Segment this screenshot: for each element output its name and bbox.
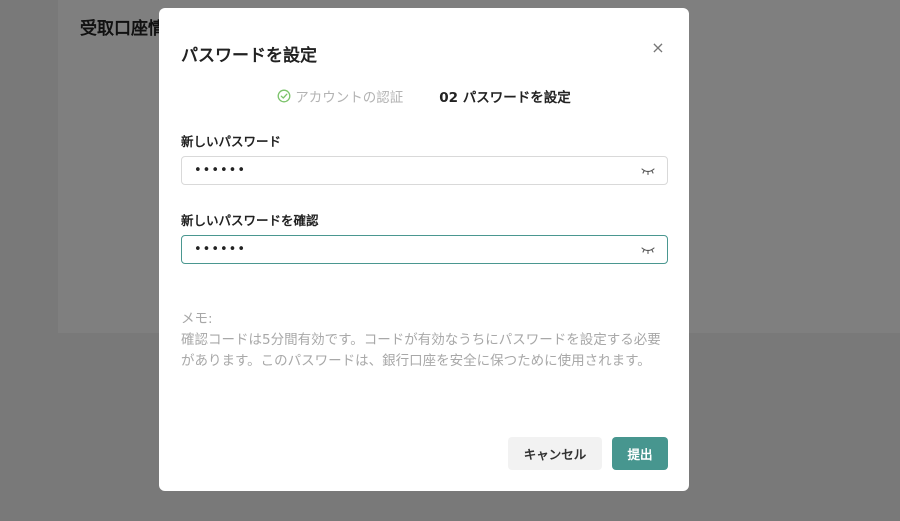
confirm-password-label: 新しいパスワードを確認: [181, 213, 319, 228]
memo-note: メモ: 確認コードは5分間有効です。コードが有効なうちにパスワードを設定する必要…: [181, 309, 671, 372]
check-circle-icon: [277, 89, 291, 103]
confirm-password-input[interactable]: ••••••: [181, 235, 668, 264]
confirm-password-value[interactable]: ••••••: [194, 242, 641, 257]
memo-heading: メモ:: [181, 311, 213, 327]
close-icon[interactable]: ×: [651, 40, 665, 56]
submit-button[interactable]: 提出: [612, 437, 668, 470]
step-indicator: アカウントの認証 02 パスワードを設定: [159, 86, 689, 106]
step-set-password: 02 パスワードを設定: [439, 86, 571, 106]
set-password-dialog: パスワードを設定 × アカウントの認証 02 パスワードを設定 新しいパスワード…: [159, 8, 689, 491]
step-verify-account: アカウントの認証: [277, 86, 403, 106]
step-label: 02 パスワードを設定: [439, 90, 571, 106]
dialog-title: パスワードを設定: [181, 46, 317, 66]
new-password-label: 新しいパスワード: [181, 134, 282, 149]
memo-body: 確認コードは5分間有効です。コードが有効なうちにパスワードを設定する必要がありま…: [181, 332, 661, 369]
step-label: アカウントの認証: [295, 90, 404, 106]
eye-closed-icon[interactable]: [641, 166, 655, 176]
new-password-value[interactable]: ••••••: [194, 163, 641, 178]
cancel-button[interactable]: キャンセル: [508, 437, 602, 470]
new-password-input[interactable]: ••••••: [181, 156, 668, 185]
eye-closed-icon[interactable]: [641, 245, 655, 255]
